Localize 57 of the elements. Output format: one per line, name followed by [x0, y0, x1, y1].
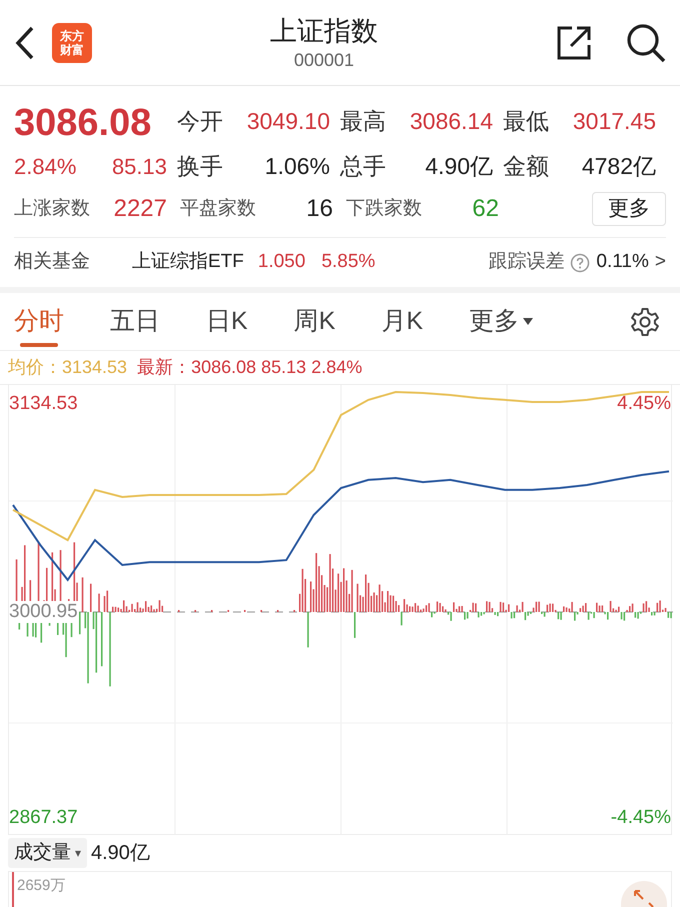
- chart-tab[interactable]: 日K: [206, 292, 248, 350]
- axis-label: 2867.37: [9, 807, 78, 829]
- expand-icon[interactable]: [621, 881, 667, 907]
- help-icon[interactable]: [570, 252, 590, 272]
- breadth-value: 62: [472, 194, 499, 224]
- chart-tab[interactable]: 分时: [14, 292, 64, 350]
- axis-label: 4.45%: [617, 393, 671, 415]
- stat-value: 4.90亿: [425, 152, 493, 180]
- stat-label: 最低: [503, 107, 549, 136]
- latest-price-label: 最新：3086.08 85.13 2.84%: [137, 356, 362, 379]
- page-title: 上证指数: [270, 14, 378, 48]
- active-tab-underline: [20, 342, 58, 346]
- volume-selector[interactable]: 成交量 ▾: [8, 838, 87, 868]
- axis-label: -4.45%: [610, 807, 671, 829]
- more-button[interactable]: 更多: [592, 192, 666, 226]
- settings-icon[interactable]: [630, 306, 660, 336]
- volume-value: 4.90亿: [91, 841, 150, 866]
- share-icon[interactable]: [556, 24, 592, 60]
- breadth-label: 下跌家数: [346, 196, 422, 221]
- stat-label: 今开: [177, 107, 223, 136]
- fund-change: 5.85%: [321, 250, 376, 274]
- stat-label: 金额: [503, 152, 549, 180]
- stat-label: 换手: [177, 152, 223, 180]
- breadth-label: 上涨家数: [14, 196, 90, 221]
- breadth-value: 2227: [114, 194, 167, 224]
- stat-value: 3049.10: [246, 107, 330, 136]
- stat-value: 4782亿: [582, 152, 656, 180]
- tracking-label: 跟踪误差: [488, 250, 564, 274]
- fund-price: 1.050: [258, 250, 306, 274]
- breadth-value: 16: [306, 194, 333, 224]
- chevron-text[interactable]: >: [654, 248, 666, 277]
- average-price-label: 均价：3134.53: [8, 356, 128, 379]
- volume-bar-marker: [12, 872, 14, 907]
- app-logo: 东方 财富: [52, 22, 92, 62]
- chart-tab[interactable]: 月K: [381, 292, 424, 350]
- fund-name[interactable]: 上证综指ETF: [132, 248, 244, 277]
- caret-icon: [523, 318, 534, 325]
- chart-tab[interactable]: 周K: [294, 292, 336, 350]
- tracking-value: 0.11%: [596, 250, 649, 274]
- axis-label: 3000.95: [9, 601, 78, 623]
- chart-tab[interactable]: 更多: [469, 292, 534, 350]
- search-icon[interactable]: [626, 22, 666, 62]
- axis-label: 3134.53: [9, 393, 78, 415]
- stat-value: 3086.14: [410, 107, 493, 136]
- current-price: 3086.08: [14, 101, 152, 146]
- change-value: 85.13: [112, 153, 167, 181]
- change-percent: 2.84%: [14, 153, 76, 181]
- breadth-label: 平盘家数: [180, 196, 256, 221]
- fund-label: 相关基金: [14, 250, 91, 274]
- stat-label: 最高: [340, 107, 386, 136]
- back-icon[interactable]: [14, 26, 36, 60]
- chart-tab[interactable]: 五日: [110, 292, 160, 350]
- stat-value: 1.06%: [264, 152, 330, 180]
- volume-axis-label: 2659万: [17, 876, 66, 896]
- stat-label: 总手: [340, 152, 386, 180]
- stat-value: 3017.45: [572, 107, 656, 136]
- index-code: 000001: [294, 48, 354, 72]
